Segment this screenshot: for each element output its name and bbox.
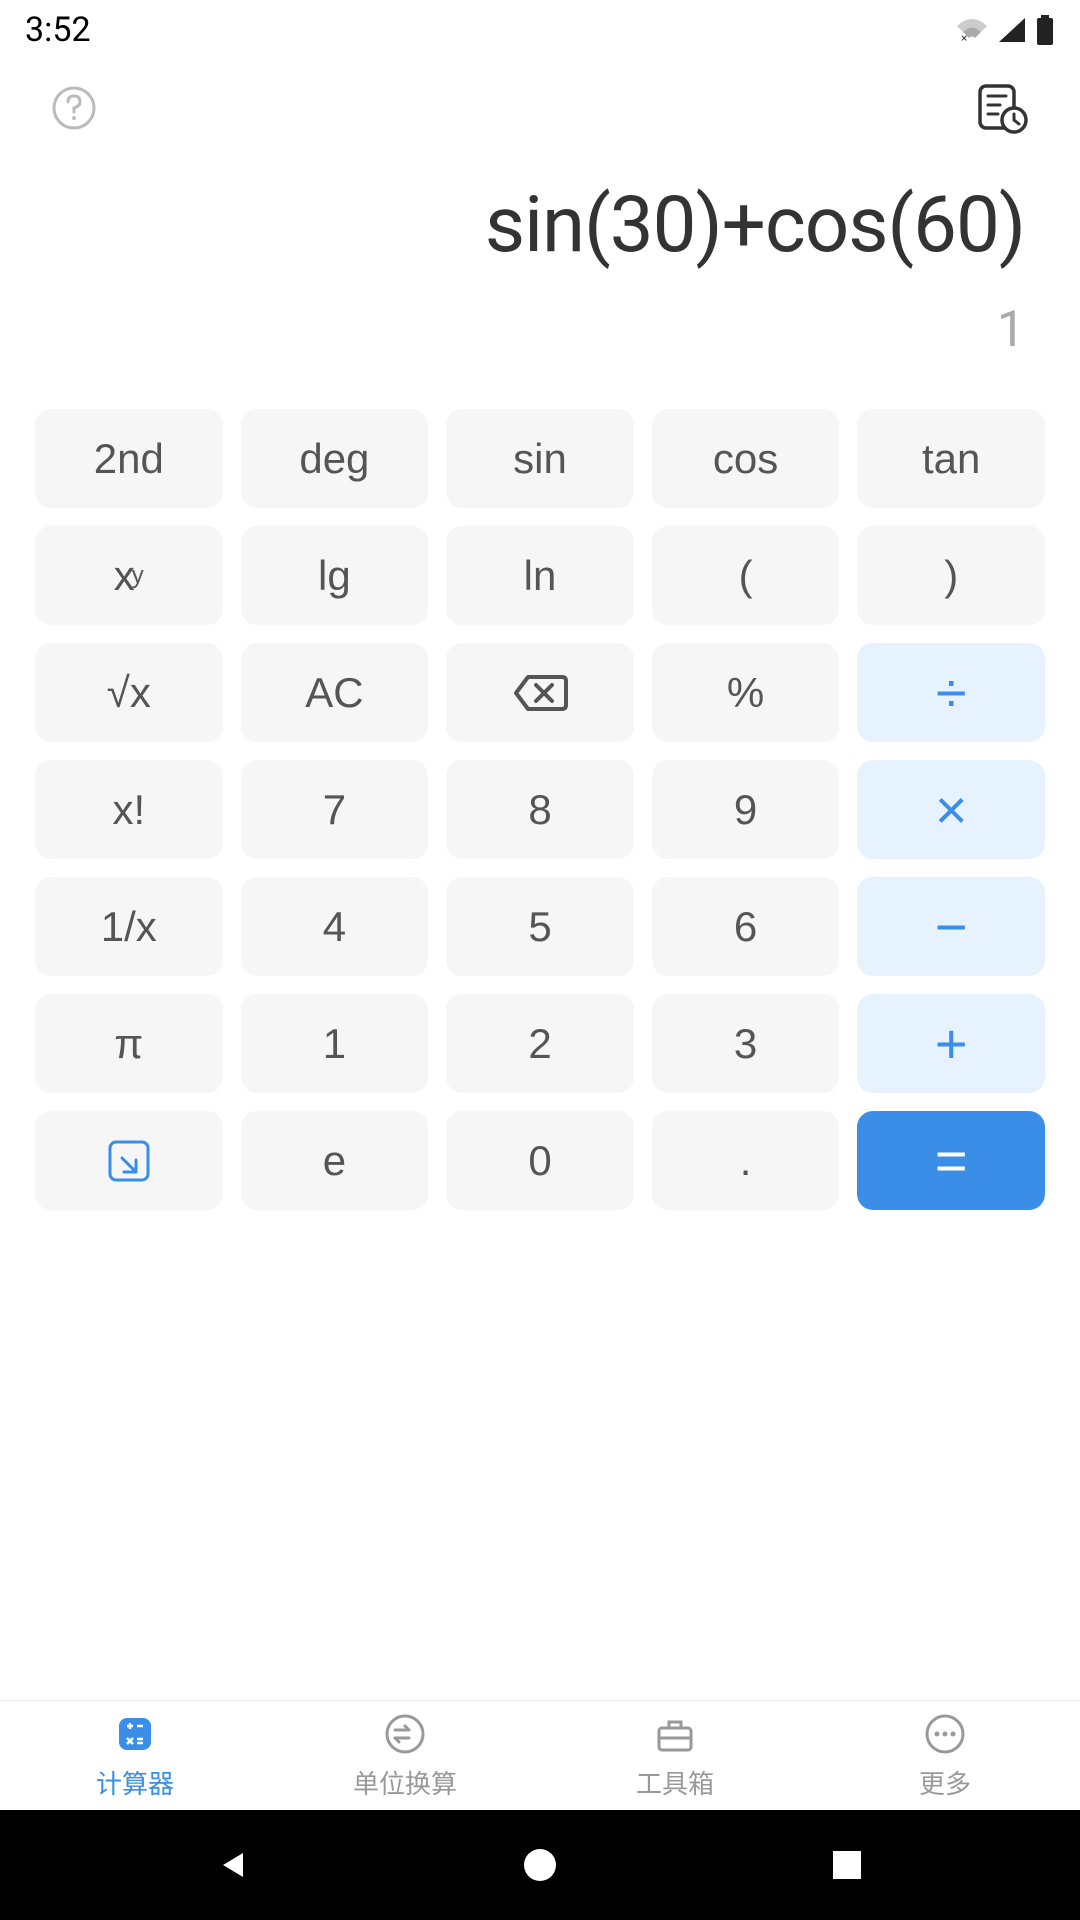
nav-more[interactable]: 更多 <box>810 1701 1080 1810</box>
back-triangle-icon <box>213 1845 253 1885</box>
key-4[interactable]: 4 <box>241 877 429 976</box>
key-7[interactable]: 7 <box>241 760 429 859</box>
help-icon <box>50 84 98 132</box>
key-percent[interactable]: % <box>652 643 840 742</box>
history-icon <box>970 78 1030 138</box>
nav-more-label: 更多 <box>919 1764 971 1801</box>
key-8[interactable]: 8 <box>446 760 634 859</box>
key-equals[interactable]: = <box>857 1111 1045 1210</box>
key-cos[interactable]: cos <box>652 409 840 508</box>
collapse-icon <box>104 1136 154 1186</box>
key-3[interactable]: 3 <box>652 994 840 1093</box>
result-text: 1 <box>55 301 1025 359</box>
key-rparen[interactable]: ) <box>857 526 1045 625</box>
convert-icon <box>381 1710 429 1758</box>
status-time: 3:52 <box>25 10 91 50</box>
key-1[interactable]: 1 <box>241 994 429 1093</box>
svg-text:×: × <box>961 31 967 44</box>
header <box>0 60 1080 160</box>
battery-icon <box>1035 15 1055 45</box>
key-pi[interactable]: π <box>35 994 223 1093</box>
key-2nd[interactable]: 2nd <box>35 409 223 508</box>
wifi-off-icon: × <box>955 16 989 44</box>
keypad: 2nd deg sin cos tan xy lg ln ( ) √x AC %… <box>0 389 1080 1220</box>
key-power[interactable]: xy <box>35 526 223 625</box>
calculator-icon <box>111 1710 159 1758</box>
bottom-nav: 计算器 单位换算 工具箱 更多 <box>0 1700 1080 1810</box>
key-tan[interactable]: tan <box>857 409 1045 508</box>
key-divide[interactable]: ÷ <box>857 643 1045 742</box>
key-collapse[interactable] <box>35 1111 223 1210</box>
key-sqrt[interactable]: √x <box>35 643 223 742</box>
backspace-icon <box>512 673 568 713</box>
nav-calculator[interactable]: 计算器 <box>0 1701 270 1810</box>
expression-text: sin(30)+cos(60) <box>55 180 1025 271</box>
more-icon <box>921 1710 969 1758</box>
key-factorial[interactable]: x! <box>35 760 223 859</box>
toolbox-icon <box>651 1710 699 1758</box>
key-lg[interactable]: lg <box>241 526 429 625</box>
key-6[interactable]: 6 <box>652 877 840 976</box>
key-e[interactable]: e <box>241 1111 429 1210</box>
nav-calculator-label: 计算器 <box>96 1764 174 1801</box>
status-indicators: × <box>955 15 1055 45</box>
key-ln[interactable]: ln <box>446 526 634 625</box>
key-deg[interactable]: deg <box>241 409 429 508</box>
key-plus[interactable]: + <box>857 994 1045 1093</box>
key-ac[interactable]: AC <box>241 643 429 742</box>
recent-square-icon <box>831 1849 863 1881</box>
signal-icon <box>997 16 1027 44</box>
help-button[interactable] <box>50 84 98 136</box>
sys-recent-button[interactable] <box>825 1843 869 1887</box>
status-bar: 3:52 × <box>0 0 1080 60</box>
display-area: sin(30)+cos(60) 1 <box>0 160 1080 389</box>
home-circle-icon <box>522 1847 558 1883</box>
key-backspace[interactable] <box>446 643 634 742</box>
nav-toolbox-label: 工具箱 <box>636 1764 714 1801</box>
sys-back-button[interactable] <box>211 1843 255 1887</box>
key-reciprocal[interactable]: 1/x <box>35 877 223 976</box>
key-multiply[interactable]: × <box>857 760 1045 859</box>
nav-unit-label: 单位换算 <box>353 1764 457 1801</box>
key-lparen[interactable]: ( <box>652 526 840 625</box>
key-5[interactable]: 5 <box>446 877 634 976</box>
key-sin[interactable]: sin <box>446 409 634 508</box>
key-dot[interactable]: . <box>652 1111 840 1210</box>
nav-toolbox[interactable]: 工具箱 <box>540 1701 810 1810</box>
key-0[interactable]: 0 <box>446 1111 634 1210</box>
key-minus[interactable]: − <box>857 877 1045 976</box>
key-2[interactable]: 2 <box>446 994 634 1093</box>
key-9[interactable]: 9 <box>652 760 840 859</box>
history-button[interactable] <box>970 78 1030 142</box>
system-nav <box>0 1810 1080 1920</box>
nav-unit-convert[interactable]: 单位换算 <box>270 1701 540 1810</box>
sys-home-button[interactable] <box>518 1843 562 1887</box>
